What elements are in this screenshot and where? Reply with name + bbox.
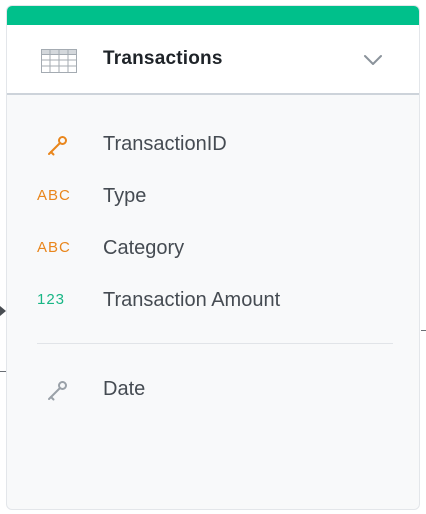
key-icon [48,136,67,156]
chevron-down-icon[interactable] [363,53,383,67]
table-icon [41,49,77,73]
field-row-transaction-amount[interactable]: 123 Transaction Amount [7,282,419,322]
field-label: Transaction Amount [103,289,281,311]
dataset-header[interactable]: Transactions [7,25,419,95]
field-divider [37,343,393,344]
field-row-date[interactable]: Date [7,371,419,411]
field-row-transactionid[interactable]: TransactionID [7,126,419,166]
dataset-title: Transactions [103,48,223,69]
field-label: TransactionID [103,133,227,155]
number-type-icon: 123 [37,291,66,308]
text-type-icon: ABC [37,187,71,204]
relationship-edge-right [421,330,426,331]
key-icon [48,381,67,401]
field-row-category[interactable]: ABC Category [7,230,419,270]
text-type-icon: ABC [37,239,71,256]
field-label: Type [103,185,147,207]
diagram-canvas: Transactions TransactionID ABC Type ABC … [0,0,426,514]
field-row-type[interactable]: ABC Type [7,178,419,218]
field-label: Category [103,237,185,259]
field-label: Date [103,378,146,400]
dataset-accent-bar [7,6,419,25]
dataset-card[interactable]: Transactions TransactionID ABC Type ABC … [6,5,420,510]
